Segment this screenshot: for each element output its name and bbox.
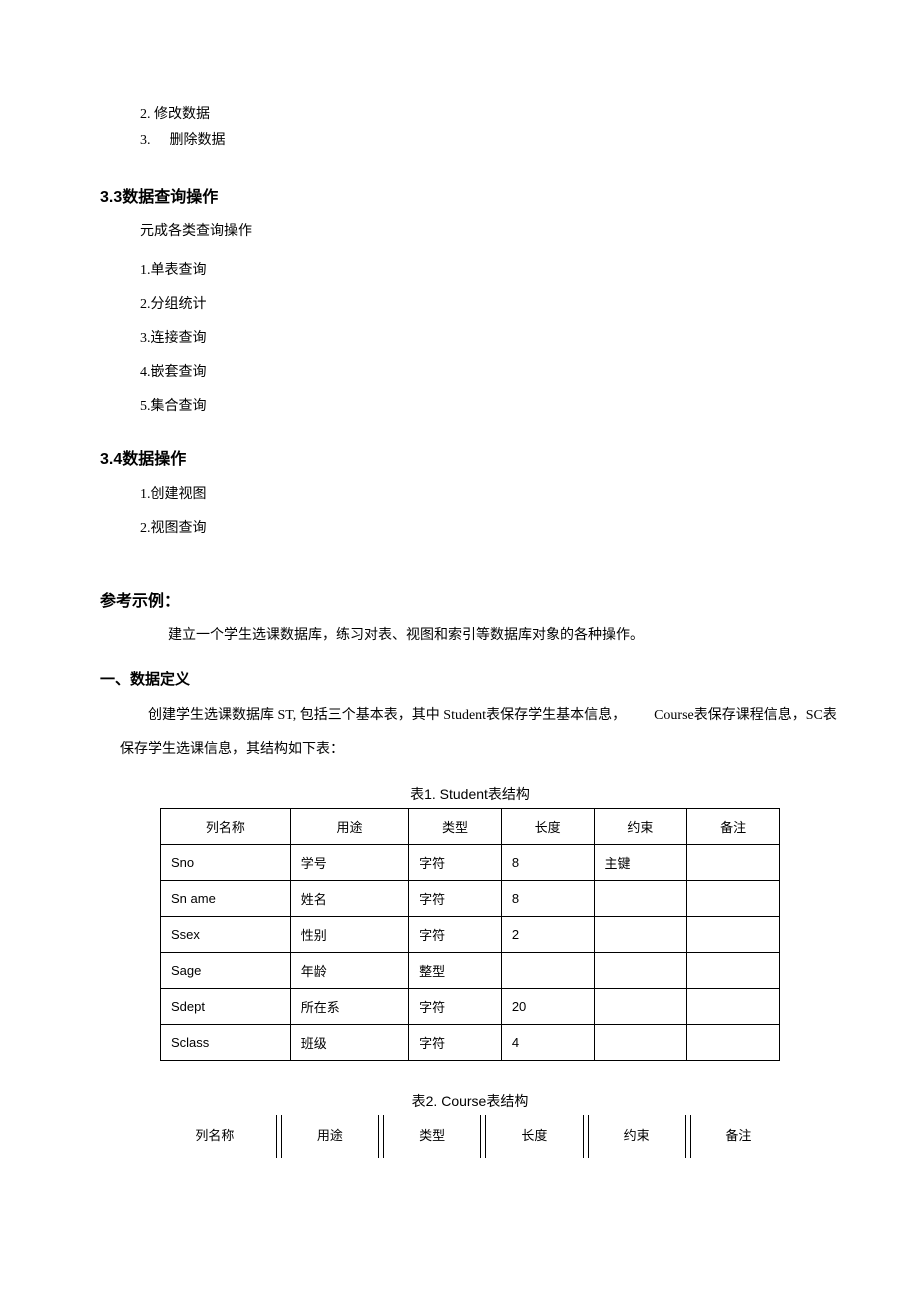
table-row: Sdept所在系字符20 bbox=[161, 989, 780, 1025]
item-text: 修改数据 bbox=[154, 107, 210, 122]
item-number: 3. bbox=[140, 130, 166, 152]
item-text: 删除数据 bbox=[170, 133, 226, 148]
item-number: 2. bbox=[140, 107, 151, 122]
table-row: Sage年龄整型 bbox=[161, 953, 780, 989]
cell: 姓名 bbox=[290, 881, 408, 917]
cell: 字符 bbox=[409, 917, 502, 953]
cell bbox=[594, 989, 687, 1025]
table-row: Sno学号字符8主键 bbox=[161, 845, 780, 881]
heading-3-3: 3.3数据查询操作 bbox=[100, 183, 840, 207]
col-header: 用途 bbox=[290, 809, 408, 845]
list-item: 5.集合查询 bbox=[140, 395, 840, 415]
col-header: 约束 bbox=[594, 809, 687, 845]
col-header: 备注 bbox=[687, 809, 780, 845]
col-header: 用途 bbox=[281, 1115, 379, 1158]
list-item: 1.创建视图 bbox=[140, 483, 840, 503]
cell: 字符 bbox=[409, 881, 502, 917]
item-text: 连接查询 bbox=[151, 331, 207, 346]
table-row: Ssex性别字符2 bbox=[161, 917, 780, 953]
cell bbox=[501, 953, 594, 989]
col-header: 列名称 bbox=[161, 809, 291, 845]
list-3-3: 1.单表查询 2.分组统计 3.连接查询 4.嵌套查询 5.集合查询 bbox=[140, 259, 840, 415]
item-number: 3. bbox=[140, 331, 151, 346]
cell: 班级 bbox=[290, 1025, 408, 1061]
item-number: 5. bbox=[140, 399, 151, 414]
item-text: 创建视图 bbox=[151, 487, 207, 502]
item-number: 1. bbox=[140, 487, 151, 502]
table-row: Sn ame姓名字符8 bbox=[161, 881, 780, 917]
col-header: 约束 bbox=[588, 1115, 686, 1158]
cell: 性别 bbox=[290, 917, 408, 953]
item-number: 2. bbox=[140, 297, 151, 312]
cell: Sdept bbox=[161, 989, 291, 1025]
cell: 整型 bbox=[409, 953, 502, 989]
cell bbox=[594, 881, 687, 917]
cell bbox=[687, 1025, 780, 1061]
col-header: 类型 bbox=[383, 1115, 481, 1158]
list-item: 1.单表查询 bbox=[140, 259, 840, 279]
table-row: Sclass班级字符4 bbox=[161, 1025, 780, 1061]
item-text: 集合查询 bbox=[151, 399, 207, 414]
cell bbox=[594, 953, 687, 989]
list-3-4: 1.创建视图 2.视图查询 bbox=[140, 483, 840, 537]
cell: 4 bbox=[501, 1025, 594, 1061]
pre-list: 2. 修改数据 3. 删除数据 bbox=[140, 104, 840, 153]
cell: Sn ame bbox=[161, 881, 291, 917]
cell bbox=[687, 989, 780, 1025]
list-item: 2.分组统计 bbox=[140, 293, 840, 313]
cell: 学号 bbox=[290, 845, 408, 881]
cell bbox=[594, 1025, 687, 1061]
table1-body: Sno学号字符8主键 Sn ame姓名字符8 Ssex性别字符2 Sage年龄整… bbox=[161, 845, 780, 1061]
cell bbox=[687, 881, 780, 917]
table2-wrap: 列名称 用途 类型 长度 约束 备注 bbox=[100, 1115, 840, 1158]
heading-3-4: 3.4数据操作 bbox=[100, 445, 840, 469]
col-header: 长度 bbox=[485, 1115, 583, 1158]
cell: 8 bbox=[501, 881, 594, 917]
item-number: 4. bbox=[140, 365, 151, 380]
datadef-body: 创建学生选课数据库 ST, 包括三个基本表，其中 Student表保存学生基本信… bbox=[120, 699, 840, 766]
cell: 2 bbox=[501, 917, 594, 953]
col-header: 列名称 bbox=[154, 1115, 277, 1158]
item-text: 嵌套查询 bbox=[151, 365, 207, 380]
cell bbox=[687, 845, 780, 881]
heading-example: 参考示例： bbox=[100, 587, 840, 611]
item-number: 1. bbox=[140, 263, 151, 278]
cell: Sage bbox=[161, 953, 291, 989]
cell: 20 bbox=[501, 989, 594, 1025]
cell: 8 bbox=[501, 845, 594, 881]
list-item: 2.视图查询 bbox=[140, 517, 840, 537]
col-header: 备注 bbox=[690, 1115, 786, 1158]
cell bbox=[594, 917, 687, 953]
cell: 年龄 bbox=[290, 953, 408, 989]
table-course: 列名称 用途 类型 长度 约束 备注 bbox=[150, 1115, 790, 1158]
cell: Sno bbox=[161, 845, 291, 881]
item-text: 单表查询 bbox=[151, 263, 207, 278]
list-item: 4.嵌套查询 bbox=[140, 361, 840, 381]
intro-3-3: 元成各类查询操作 bbox=[140, 219, 840, 246]
col-header: 长度 bbox=[501, 809, 594, 845]
list-item: 3.连接查询 bbox=[140, 327, 840, 347]
table-student: 列名称 用途 类型 长度 约束 备注 Sno学号字符8主键 Sn ame姓名字符… bbox=[160, 808, 780, 1061]
cell bbox=[687, 917, 780, 953]
list-item: 3. 删除数据 bbox=[140, 130, 840, 152]
cell: 主键 bbox=[594, 845, 687, 881]
col-header: 类型 bbox=[409, 809, 502, 845]
table-header-row: 列名称 用途 类型 长度 约束 备注 bbox=[161, 809, 780, 845]
item-text: 视图查询 bbox=[151, 521, 207, 536]
cell: 字符 bbox=[409, 845, 502, 881]
table-header-row: 列名称 用途 类型 长度 约束 备注 bbox=[154, 1115, 786, 1158]
cell: 所在系 bbox=[290, 989, 408, 1025]
item-number: 2. bbox=[140, 521, 151, 536]
example-intro: 建立一个学生选课数据库，练习对表、视图和索引等数据库对象的各种操作。 bbox=[120, 623, 840, 650]
item-text: 分组统计 bbox=[151, 297, 207, 312]
table1-caption: 表1. Student表结构 bbox=[100, 784, 840, 804]
cell: 字符 bbox=[409, 1025, 502, 1061]
cell bbox=[687, 953, 780, 989]
list-item: 2. 修改数据 bbox=[140, 104, 840, 126]
cell: Sclass bbox=[161, 1025, 291, 1061]
table2-caption: 表2. Course表结构 bbox=[100, 1091, 840, 1111]
cell: 字符 bbox=[409, 989, 502, 1025]
cell: Ssex bbox=[161, 917, 291, 953]
heading-datadef: 一、数据定义 bbox=[100, 668, 840, 689]
